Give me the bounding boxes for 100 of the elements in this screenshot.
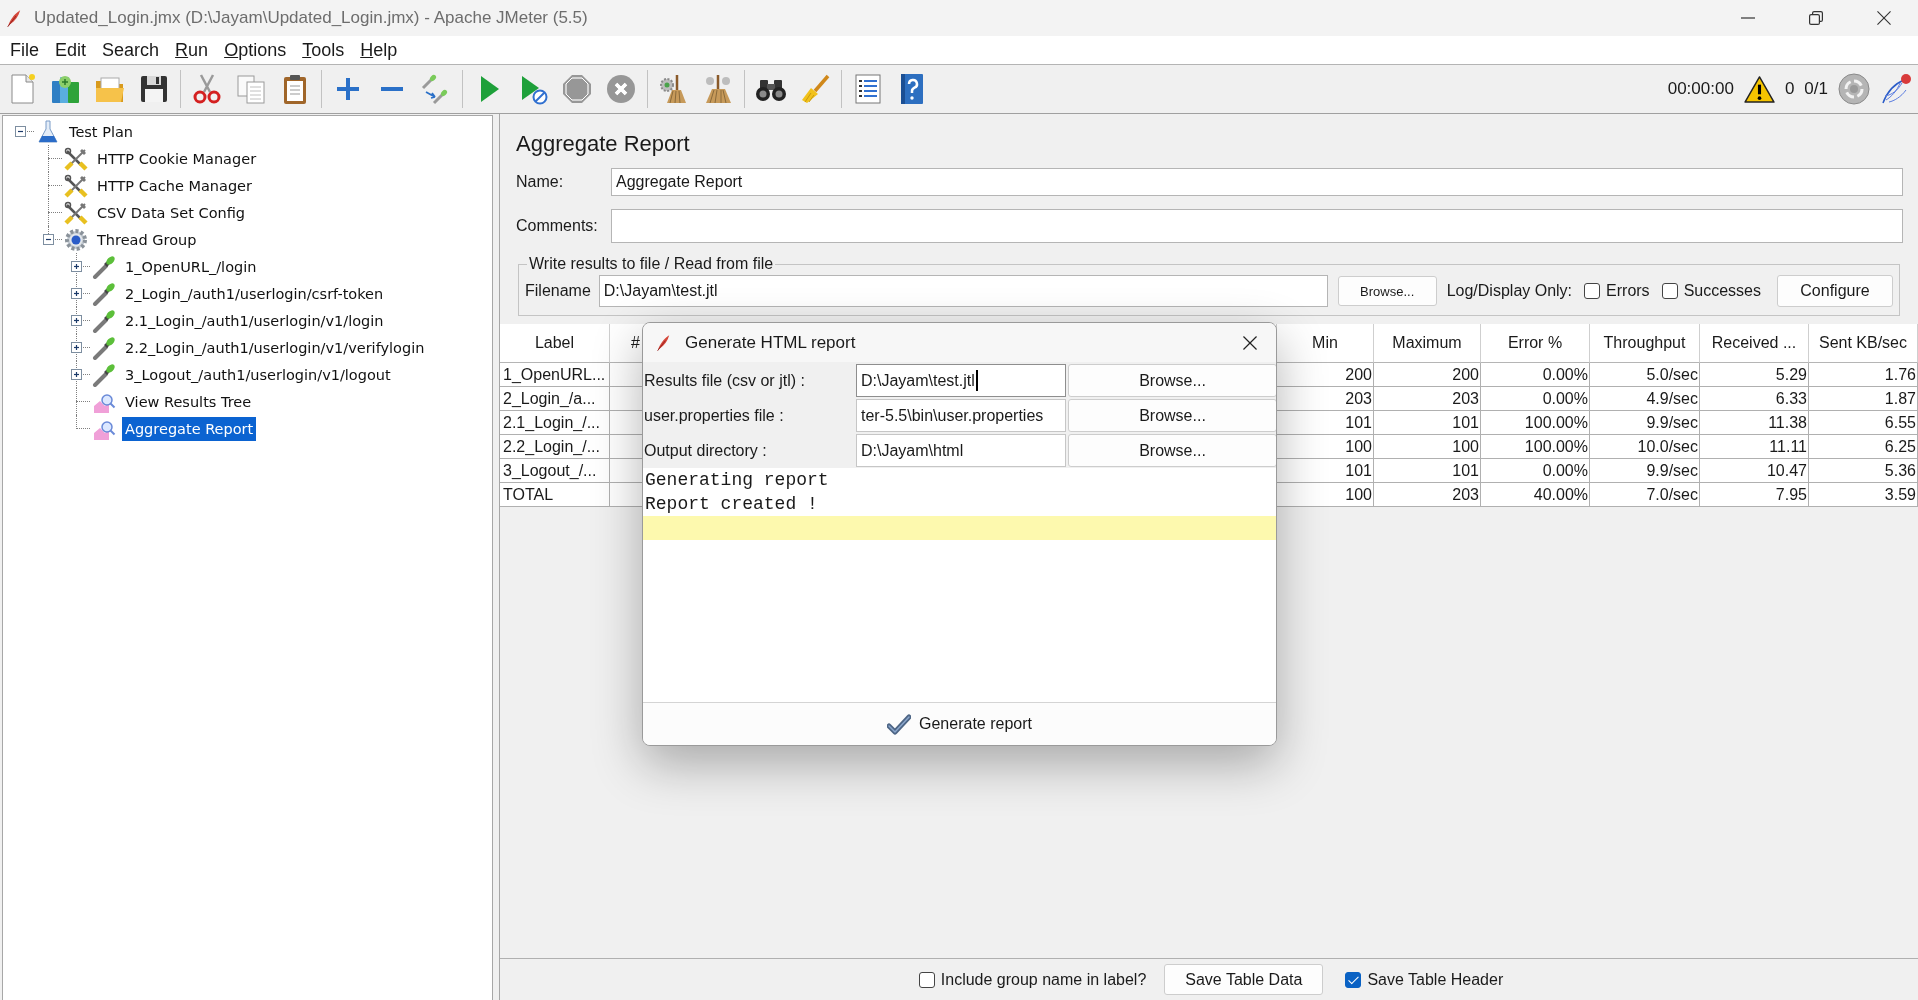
browse-button[interactable]: Browse... — [1068, 364, 1276, 397]
window-title: Updated_Login.jmx (D:\Jayam\Updated_Login.jmx) - Apache JMeter (5.5) — [34, 8, 589, 28]
path-field[interactable]: D:\Jayam\test.jtl — [856, 364, 1066, 397]
name-field[interactable]: Aggregate Report — [611, 168, 1903, 196]
path-field[interactable]: ter-5.5\bin\user.properties — [856, 399, 1066, 432]
browse-button[interactable]: Browse... — [1068, 399, 1276, 432]
menu-item[interactable]: Edit — [47, 38, 95, 62]
tree-item[interactable]: HTTP Cookie Manager — [94, 146, 260, 171]
menu-item[interactable]: Options — [216, 38, 295, 62]
table-cell: 203 — [1374, 387, 1481, 411]
table-cell: 203 — [1374, 483, 1481, 507]
menu-item[interactable]: Tools — [294, 38, 353, 62]
dropper-icon — [92, 335, 116, 360]
expand-toggle-icon[interactable] — [70, 261, 82, 272]
browse-button[interactable]: Browse... — [1337, 276, 1437, 306]
collapse-toggle-icon[interactable] — [42, 234, 54, 245]
tools-icon — [64, 146, 88, 171]
tree-item[interactable]: View Results Tree — [122, 389, 255, 414]
collapse-toggle-icon[interactable] — [14, 126, 26, 137]
table-cell: 0.00% — [1481, 363, 1590, 387]
tree-item[interactable]: 2.2_Login_/auth1/userlogin/v1/verifylogin — [122, 335, 428, 360]
restore-icon[interactable] — [1809, 11, 1823, 25]
tree-item[interactable]: CSV Data Set Config — [94, 200, 249, 225]
field-label: Output directory : — [644, 440, 768, 461]
thread-count: 0/1 — [1804, 79, 1828, 99]
checkbox[interactable] — [1584, 283, 1601, 299]
expand-toggle-icon[interactable] — [70, 288, 82, 299]
checkbox-label: Include group name in label? — [940, 970, 1147, 989]
broom-icon[interactable] — [799, 73, 831, 105]
elapsed-time: 00:00:00 — [1667, 79, 1734, 99]
checkbox[interactable] — [1345, 971, 1362, 988]
checkbox[interactable] — [918, 971, 935, 988]
list-icon[interactable] — [852, 73, 884, 105]
tree-item[interactable]: HTTP Cache Manager — [94, 173, 255, 198]
comments-field[interactable] — [611, 209, 1903, 243]
table-cell: 6.25 — [1809, 435, 1918, 459]
table-cell: 100.00% — [1481, 435, 1590, 459]
table-cell: 0.00% — [1481, 459, 1590, 483]
table-cell: 0.00% — [1481, 387, 1590, 411]
table-cell: 3_Logout_/... — [500, 459, 610, 483]
column-header[interactable]: Error % — [1481, 324, 1590, 363]
expand-toggle-icon[interactable] — [70, 342, 82, 353]
ring-icon[interactable] — [1838, 73, 1870, 105]
dropper-icon — [92, 254, 116, 279]
column-header[interactable]: Maximum — [1374, 324, 1481, 363]
checkbox-label: Save Table Header — [1367, 970, 1504, 989]
table-cell: 1.76 — [1809, 363, 1918, 387]
browse-button[interactable]: Browse... — [1068, 434, 1276, 467]
table-cell: 200 — [1374, 363, 1481, 387]
table-cell: 6.55 — [1809, 411, 1918, 435]
log-text-area[interactable]: Generating report Report created ! — [643, 468, 1276, 702]
dropper-icon — [92, 281, 116, 306]
menu-item[interactable]: Help — [352, 38, 406, 62]
menu-item[interactable]: File — [2, 38, 47, 62]
close-icon[interactable] — [1243, 335, 1257, 350]
warning-icon[interactable] — [1743, 75, 1775, 103]
table-cell: 11.38 — [1700, 411, 1809, 435]
dropper-icon — [92, 362, 116, 387]
tree-item[interactable]: 2.1_Login_/auth1/userlogin/v1/login — [122, 308, 387, 333]
filename-field[interactable]: D:\Jayam\test.jtl — [598, 275, 1328, 307]
menu-item[interactable]: Run — [167, 38, 217, 62]
column-header[interactable]: Throughput — [1590, 324, 1700, 363]
tree-item[interactable]: 2_Login_/auth1/userlogin/csrf-token — [122, 281, 387, 306]
scissors-icon[interactable] — [191, 73, 223, 105]
column-header[interactable]: Label — [500, 324, 610, 363]
menu-item[interactable]: Search — [94, 38, 168, 62]
table-cell: 5.0/sec — [1590, 363, 1700, 387]
feather-icon — [656, 333, 670, 352]
checkbox-label: Errors — [1606, 282, 1650, 300]
close-icon[interactable] — [1877, 11, 1891, 25]
path-field[interactable]: D:\Jayam\html — [856, 434, 1066, 467]
field-label: Name: — [516, 173, 565, 191]
expand-toggle-icon[interactable] — [70, 315, 82, 326]
flask-icon — [36, 119, 60, 144]
save-table-data-button[interactable]: Save Table Data — [1164, 964, 1324, 995]
checkbox[interactable] — [1661, 283, 1678, 299]
expand-toggle-icon[interactable] — [70, 369, 82, 380]
feather-badge-icon[interactable] — [1880, 73, 1912, 105]
column-header[interactable]: Sent KB/sec — [1809, 324, 1918, 363]
tree-item[interactable]: Aggregate Report — [122, 416, 257, 441]
tree-item[interactable]: 1_OpenURL_/login — [122, 254, 260, 279]
table-cell: 5.29 — [1700, 363, 1809, 387]
table-cell: 7.0/sec — [1590, 483, 1700, 507]
table-cell: 101 — [1374, 411, 1481, 435]
table-cell: 100.00% — [1481, 411, 1590, 435]
table-cell: 10.0/sec — [1590, 435, 1700, 459]
group-title: Write results to file / Read from file — [528, 255, 775, 273]
generate-report-button[interactable]: Generate report — [643, 702, 1276, 745]
books-icon[interactable] — [50, 73, 82, 105]
table-cell: 100 — [1374, 435, 1481, 459]
tree-item[interactable]: 3_Logout_/auth1/userlogin/v1/logout — [122, 362, 394, 387]
checkbox-label: Successes — [1683, 282, 1761, 300]
table-cell: 101 — [1374, 459, 1481, 483]
table-cell: 4.9/sec — [1590, 387, 1700, 411]
configure-button[interactable]: Configure — [1777, 275, 1893, 307]
tree-item[interactable]: Thread Group — [94, 227, 200, 252]
field-label: Log/Display Only: — [1446, 282, 1573, 300]
tree-item[interactable]: Test Plan — [66, 119, 136, 144]
column-header[interactable]: Received ... — [1700, 324, 1809, 363]
table-cell: 11.11 — [1700, 435, 1809, 459]
